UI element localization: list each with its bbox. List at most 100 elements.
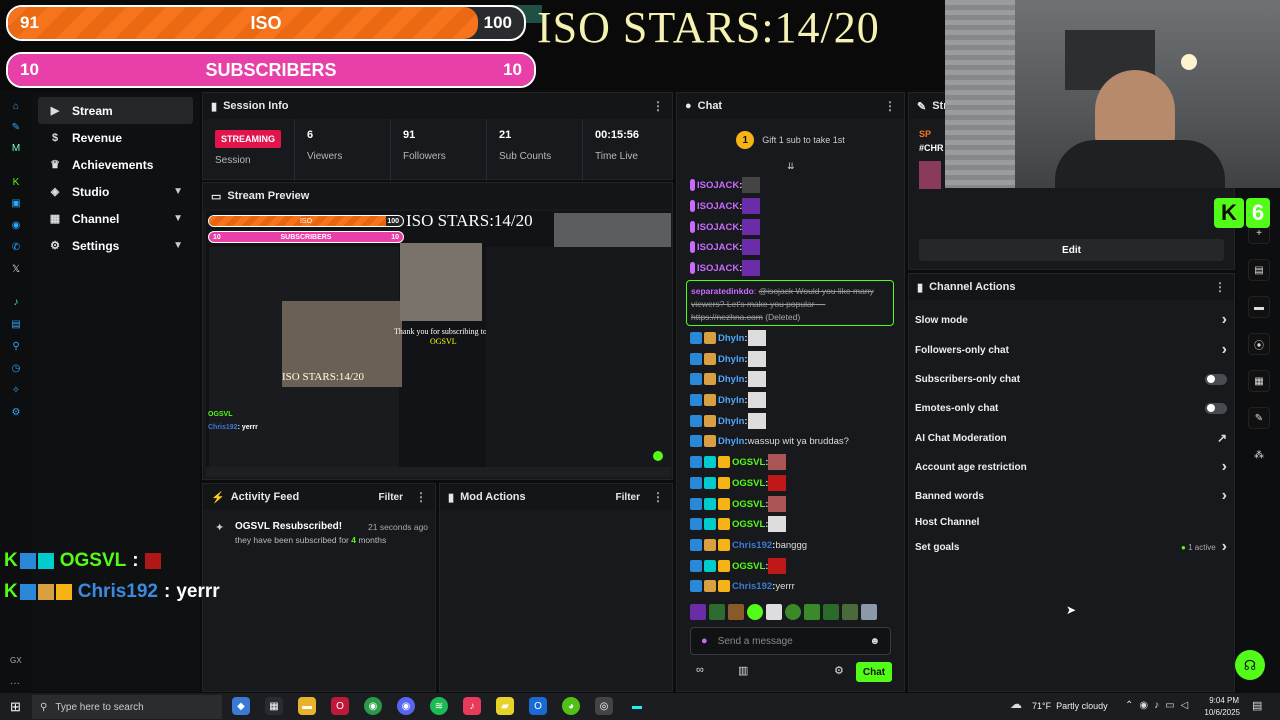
chat-username[interactable]: Dhyln <box>718 395 744 406</box>
tools-icon[interactable]: ✎ <box>1248 407 1270 429</box>
opera-icon[interactable]: O <box>331 697 349 715</box>
toggle-switch[interactable] <box>1205 402 1227 414</box>
chat-message[interactable]: Dhyln: <box>690 412 766 430</box>
channel-action-subscribers-only-chat[interactable]: Subscribers-only chat <box>915 369 1227 389</box>
more-icon[interactable]: ⋮ <box>1214 280 1226 294</box>
taskbar-weather[interactable]: 71°F Partly cloudy <box>1032 701 1108 711</box>
discord-icon[interactable]: ◉ <box>397 697 415 715</box>
gift-sub-banner[interactable]: 1 Gift 1 sub to take 1st <box>677 120 904 160</box>
app-icon[interactable]: ◕ <box>562 697 580 715</box>
send-chat-button[interactable]: Chat <box>856 662 892 682</box>
more-icon[interactable]: ⋮ <box>884 99 896 113</box>
chat-username[interactable]: OGSVL <box>732 499 765 510</box>
chat-username[interactable]: ISOJACK <box>697 222 739 233</box>
chat-username[interactable]: OGSVL <box>732 561 765 572</box>
more-icon[interactable]: ··· <box>10 678 20 689</box>
whatsapp-icon[interactable]: ✆ <box>9 240 23 254</box>
chat-username[interactable]: ISOJACK <box>697 263 739 274</box>
system-tray-icons[interactable]: ⌃◉♪▭◁ <box>1125 700 1194 711</box>
chat-message[interactable]: Dhyln: <box>690 329 766 347</box>
chat-settings-icon[interactable]: ⚙ <box>834 664 844 677</box>
chat-username[interactable]: OGSVL <box>732 519 765 530</box>
taskbar-time[interactable]: 9:04 PM <box>1209 696 1239 705</box>
chrome-icon[interactable]: ◉ <box>364 697 382 715</box>
gx-icon[interactable]: GX <box>10 656 22 665</box>
edit-button[interactable]: Edit <box>919 239 1224 261</box>
chat-username[interactable]: ISOJACK <box>697 201 739 212</box>
home-icon[interactable]: ⌂ <box>9 99 23 113</box>
toggle-switch[interactable] <box>1205 373 1227 385</box>
pin-icon[interactable]: ⇊ <box>787 161 795 172</box>
chat-username[interactable]: Chris192 <box>732 540 772 551</box>
notifications-icon[interactable]: ▤ <box>1252 699 1262 712</box>
terminal-icon[interactable]: ▬ <box>628 697 646 715</box>
file-explorer-icon[interactable]: ▬ <box>298 697 316 715</box>
chat-username[interactable]: Chris192 <box>732 581 772 592</box>
chat-message[interactable]: OGSVL: <box>690 495 787 513</box>
chat-message[interactable]: Dhyln: wassup wit ya bruddas? <box>690 432 849 450</box>
more-icon[interactable]: ⋮ <box>652 490 664 504</box>
chat-username[interactable]: OGSVL <box>732 478 765 489</box>
chat-message[interactable]: OGSVL: <box>690 474 787 492</box>
chat-username[interactable]: Dhyln <box>718 333 744 344</box>
edit-icon[interactable]: ✎ <box>9 120 23 134</box>
music-icon[interactable]: ♪ <box>9 295 23 309</box>
doc-icon[interactable]: ▤ <box>1248 259 1270 281</box>
chat-username[interactable]: Dhyln <box>718 374 744 385</box>
filter-button[interactable]: Filter <box>616 492 640 503</box>
chat-username[interactable]: ISOJACK <box>697 242 739 253</box>
link-icon[interactable]: ⚲ <box>9 339 23 353</box>
chat-message[interactable]: ISOJACK: <box>690 197 761 215</box>
chat-message[interactable]: Dhyln: <box>690 391 766 409</box>
chat-message[interactable]: Chris192: yerrr <box>690 577 795 595</box>
m-icon[interactable]: M <box>9 141 23 155</box>
more-icon[interactable]: ⋮ <box>415 490 427 504</box>
sidebar-item-stream[interactable]: ▶ Stream <box>38 97 193 124</box>
sidebar-item-achievements[interactable]: ♛ Achievements <box>38 151 193 178</box>
share-icon[interactable]: ⁂ <box>1248 444 1270 466</box>
chat-input[interactable]: ● Send a message ☻ <box>690 627 891 655</box>
obs-icon[interactable]: ◎ <box>595 697 613 715</box>
support-icon[interactable]: ☊ <box>1235 650 1265 680</box>
chat-message[interactable]: OGSVL: <box>690 515 787 533</box>
filter-button[interactable]: Filter <box>379 492 403 503</box>
taskbar-date[interactable]: 10/6/2025 <box>1204 708 1240 717</box>
channel-action-host-channel[interactable]: Host Channel <box>915 512 1227 532</box>
chat-username[interactable]: Dhyln <box>718 416 744 427</box>
store-icon[interactable]: ▦ <box>265 697 283 715</box>
layout-icon[interactable]: ▦ <box>1248 370 1270 392</box>
points-icon[interactable]: ∞ <box>696 664 704 676</box>
channel-action-set-goals[interactable]: Set goals ● 1 active › <box>915 537 1227 557</box>
sidebar-item-channel[interactable]: ▦ Channel ▼ <box>38 205 193 232</box>
clock-icon[interactable]: ◷ <box>9 361 23 375</box>
chat-message[interactable]: ISOJACK: <box>690 176 761 194</box>
taskbar-search[interactable]: ⚲ Type here to search <box>32 695 222 719</box>
emote-bar[interactable] <box>690 604 895 622</box>
chat-username[interactable]: Dhyln <box>718 354 744 365</box>
channel-action-slow-mode[interactable]: Slow mode › <box>915 310 1227 330</box>
x-icon[interactable]: 𝕏 <box>9 262 23 276</box>
broadcast-icon[interactable]: ⦿ <box>1248 333 1270 355</box>
preview-video[interactable]: ISO 100 ISO STARS:14/20 10 SUBSCRIBERS 1… <box>206 211 671 477</box>
channel-action-ai-chat-moderation[interactable]: AI Chat Moderation ↗ <box>915 428 1227 448</box>
chat-message[interactable]: ISOJACK: <box>690 218 761 236</box>
folder-icon[interactable]: ▤ <box>9 317 23 331</box>
channel-action-followers-only-chat[interactable]: Followers-only chat › <box>915 340 1227 360</box>
channel-action-account-age-restriction[interactable]: Account age restriction › <box>915 457 1227 477</box>
chat-message[interactable]: ISOJACK: <box>690 259 761 277</box>
copilot-icon[interactable]: ◆ <box>232 697 250 715</box>
chat-message[interactable]: Chris192: banggg <box>690 536 807 554</box>
chat-message[interactable]: Dhyln: <box>690 370 766 388</box>
outlook-icon[interactable]: O <box>529 697 547 715</box>
sidebar-item-studio[interactable]: ◈ Studio ▼ <box>38 178 193 205</box>
sidebar-item-settings[interactable]: ⚙ Settings ▼ <box>38 232 193 259</box>
chat-icon[interactable]: ▬ <box>1248 296 1270 318</box>
sidebar-item-revenue[interactable]: $ Revenue <box>38 124 193 151</box>
settings-icon[interactable]: ⚙ <box>9 405 23 419</box>
chat-username[interactable]: OGSVL <box>732 457 765 468</box>
channel-action-banned-words[interactable]: Banned words › <box>915 486 1227 506</box>
chat-username[interactable]: Dhyln <box>718 436 744 447</box>
chat-message[interactable]: OGSVL: <box>690 557 787 575</box>
sticky-notes-icon[interactable]: ▰ <box>496 697 514 715</box>
store-icon[interactable]: ▥ <box>738 664 748 677</box>
